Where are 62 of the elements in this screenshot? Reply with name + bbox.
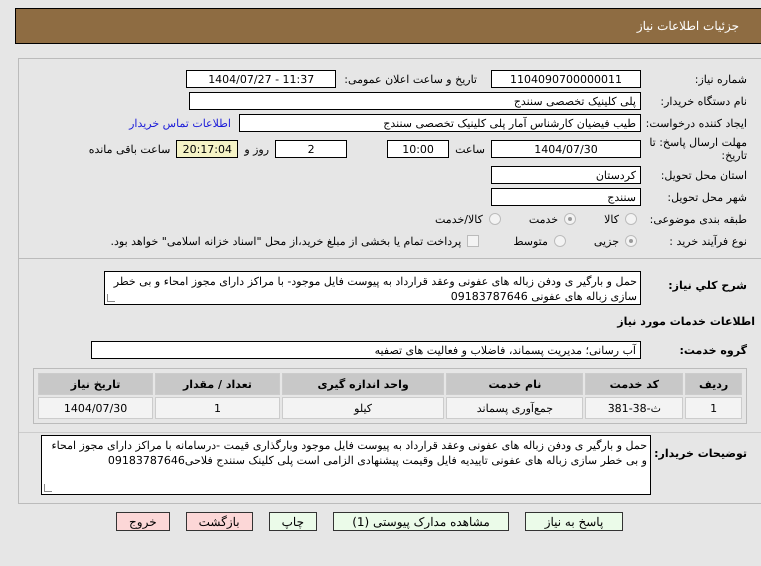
checkbox-label: پرداخت تمام یا بخشی از مبلغ خرید،از محل "اسناد خزانه اسلامی" خواهد بود. <box>110 234 462 248</box>
table-cell: کیلو <box>282 397 444 419</box>
column-header: تعداد / مقدار <box>155 373 280 395</box>
field-label: مهلت ارسال پاسخ: تا تاریخ: <box>648 136 748 162</box>
radio-label: جزیی <box>594 234 619 248</box>
action-button[interactable]: خروج <box>116 512 170 531</box>
action-button[interactable]: چاپ <box>268 512 317 531</box>
need-number-field: 1104090700000011 <box>491 70 641 88</box>
column-header: نام خدمت <box>446 373 584 395</box>
radio-button[interactable] <box>625 213 637 225</box>
days-field: 2 <box>275 140 348 158</box>
remaining-time-field: 20:17:04 <box>176 140 238 158</box>
field-label: شماره نیاز: <box>694 72 748 86</box>
column-header: کد خدمت <box>585 373 684 395</box>
resize-grip-icon <box>44 484 52 492</box>
radio-button[interactable] <box>554 235 566 247</box>
deadline-time-field: 10:00 <box>387 140 450 158</box>
page-title: جزئیات اطلاعات نیاز <box>636 19 739 33</box>
radio-button[interactable] <box>564 213 576 225</box>
table-cell: ث-38-381 <box>585 397 684 419</box>
city-field: سنندج <box>491 188 641 206</box>
description-textarea[interactable]: حمل و بارگیر ی ودفن زباله های عفونی وعقد قرارداد به پیوست فایل موجود- با مراکز دارای مجوز امحاء و بی خطر سازی زباله های عفونی 09183787646 <box>104 271 641 305</box>
remaining-label: ساعت باقی مانده <box>88 142 170 156</box>
radio-button[interactable] <box>625 235 637 247</box>
radio-label: کالا <box>604 212 619 226</box>
field-label: نوع فرآیند خرید : <box>668 234 748 248</box>
field-label: نام دستگاه خریدار: <box>659 94 748 108</box>
creator-field: طیب فیضیان کارشناس آمار پلی کلینیک تخصصی سنندج <box>239 114 641 132</box>
section-title: اطلاعات خدمات مورد نیاز <box>617 314 755 328</box>
days-label: روز و <box>244 142 270 156</box>
province-field: کردستان <box>491 166 641 184</box>
table-cell: جمع‌آوری پسماند <box>446 397 584 419</box>
resize-grip-icon <box>107 294 115 302</box>
contact-link[interactable]: اطلاعات تماس خریدار <box>129 116 231 130</box>
announce-date-field: 1404/07/27 - 11:37 <box>186 70 336 88</box>
column-header: تاریخ نیاز <box>38 373 154 395</box>
radio-label: کالا/خدمت <box>435 212 483 226</box>
field-label: شرح کلي نیاز: <box>667 278 748 292</box>
field-label: استان محل تحویل: <box>660 168 748 182</box>
buyer-notes-textarea[interactable]: حمل و بارگیر ی ودفن زباله های عفونی وعقد قرارداد به پیوست فایل موجود وبارگذاری قیمت -درسامانه با مراکز دارای مجوز امحاء و بی خطر سازی زباله های عفونی تاییدیه فایل وقیمت پیشنهادی الزامی است پلی کلینک سنندج فلاحی09183787646 <box>41 435 651 495</box>
table-cell: 1 <box>685 397 742 419</box>
column-header: واحد اندازه گیری <box>282 373 444 395</box>
radio-label: خدمت <box>528 212 558 226</box>
column-header: ردیف <box>685 373 742 395</box>
deadline-date-field: 1404/07/30 <box>491 140 641 158</box>
time-label: ساعت <box>455 142 485 156</box>
action-button[interactable]: بازگشت <box>186 512 253 531</box>
checkbox[interactable] <box>467 235 480 247</box>
service-group-field: آب رسانی؛ مدیریت پسماند، فاضلاب و فعالیت های تصفیه <box>91 341 641 359</box>
field-label: طبقه بندی موضوعی: <box>648 212 748 226</box>
table-cell: 1404/07/30 <box>38 397 154 419</box>
field-label: گروه خدمت: <box>678 344 748 356</box>
action-button[interactable]: پاسخ به نیاز <box>525 512 623 531</box>
radio-button[interactable] <box>488 213 501 225</box>
radio-label: متوسط <box>513 234 548 248</box>
field-label: تاریخ و ساعت اعلان عمومی: <box>344 72 477 86</box>
buyer-org-field: پلی کلینیک تخصصی سنندج <box>189 92 641 110</box>
field-label: شهر محل تحویل: <box>666 190 748 204</box>
table-cell: 1 <box>155 397 280 419</box>
action-button[interactable]: مشاهده مدارک پیوستی (1) <box>333 512 509 531</box>
field-label: توضیحات خریدار: <box>653 446 748 460</box>
field-label: ایجاد کننده درخواست: <box>644 116 748 130</box>
